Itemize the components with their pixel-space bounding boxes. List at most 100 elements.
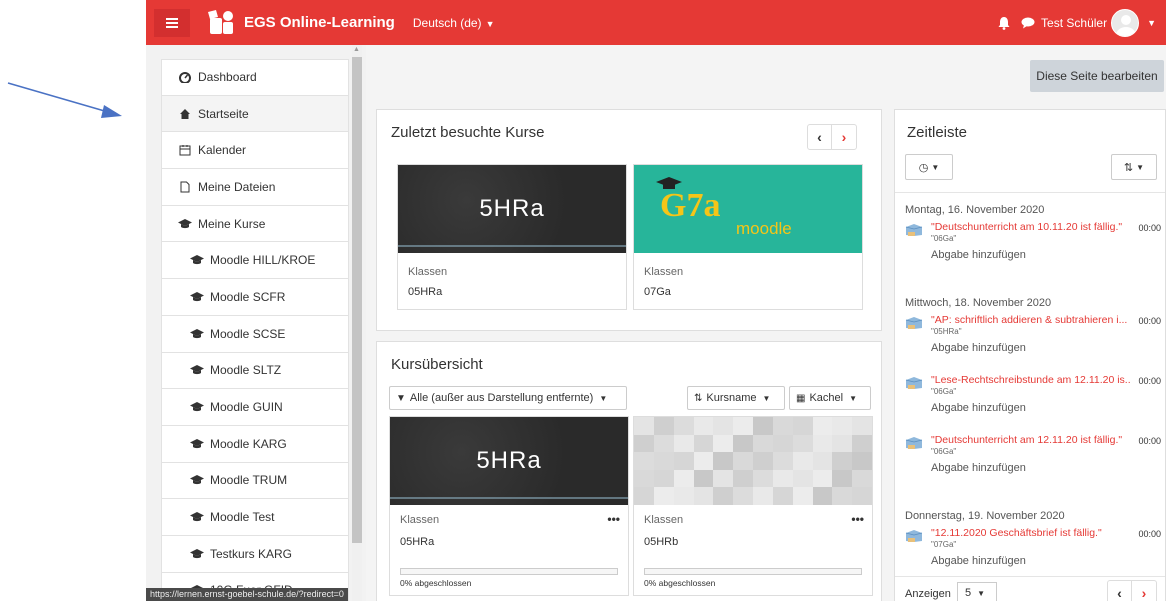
calendar-icon xyxy=(178,144,192,156)
site-title[interactable]: EGS Online-Learning xyxy=(244,14,395,31)
sidebar-item-testkurs-karg[interactable]: Testkurs KARG xyxy=(161,535,349,573)
add-submission-link[interactable]: Abgabe hinzufügen xyxy=(931,249,1026,261)
user-avatar[interactable] xyxy=(1111,8,1140,37)
course-name[interactable]: 05HRb xyxy=(644,536,678,548)
chat-icon[interactable] xyxy=(1021,17,1035,29)
course-progress-label: 0% abgeschlossen xyxy=(644,578,716,588)
course-card[interactable]: 5HRa Klassen ••• 05HRa 0% abgeschlossen xyxy=(389,416,629,596)
grouping-filter-dropdown[interactable]: ▼ Alle (außer aus Darstellung entfernte)… xyxy=(389,386,627,410)
view-dropdown[interactable]: ▦ Kachel ▼ xyxy=(789,386,871,410)
event-link[interactable]: "12.11.2020 Geschäftsbrief ist fällig." xyxy=(931,527,1131,539)
sidebar-item-startseite[interactable]: Startseite xyxy=(161,95,349,133)
sidebar-item-kalender[interactable]: Kalender xyxy=(161,132,349,170)
language-menu[interactable]: Deutsch (de) ▼ xyxy=(413,16,495,30)
event-course: "06Ga" xyxy=(931,387,957,396)
user-name[interactable]: Test Schüler xyxy=(1041,16,1107,30)
timeline-show-select[interactable]: 5 ▼ xyxy=(957,582,997,601)
sidebar-item-label: Moodle SCFR xyxy=(210,289,286,304)
event-link[interactable]: "Deutschunterricht am 12.11.20 ist fälli… xyxy=(931,434,1131,446)
annotation-arrow xyxy=(7,82,122,118)
course-progress-bar xyxy=(644,568,862,575)
event-link[interactable]: "Deutschunterricht am 10.11.20 ist fälli… xyxy=(931,221,1131,233)
sidebar-item-label: Moodle SCSE xyxy=(210,326,286,341)
sidebar-item-meine-dateien[interactable]: Meine Dateien xyxy=(161,169,349,206)
course-image-text: 5HRa xyxy=(479,195,545,222)
course-image[interactable]: G7a moodle xyxy=(634,165,862,253)
course-card[interactable]: G7a moodle Klassen 07Ga xyxy=(633,164,863,310)
event-link[interactable]: "AP: schriftlich addieren & subtrahieren… xyxy=(931,314,1131,326)
timeline-day-filter[interactable]: ◷ ▼ xyxy=(905,154,953,180)
drawer-scrollbar[interactable]: ▲ xyxy=(352,45,362,601)
sidebar-item-moodle-trum[interactable]: Moodle TRUM xyxy=(161,462,349,500)
clock-icon: ◷ xyxy=(918,161,929,174)
caret-down-icon: ▼ xyxy=(599,393,608,403)
filter-label: Alle (außer aus Darstellung entfernte) xyxy=(409,392,594,404)
event-course: "05HRa" xyxy=(931,327,962,336)
graduation-cap-icon xyxy=(190,364,204,376)
sidebar-item-label: Dashboard xyxy=(198,70,257,85)
edit-page-button[interactable]: Diese Seite bearbeiten xyxy=(1030,60,1164,92)
divider xyxy=(895,576,1165,577)
add-submission-link[interactable]: Abgabe hinzufügen xyxy=(931,462,1026,474)
event-time: 00:00 xyxy=(1138,316,1161,326)
course-menu-button[interactable]: ••• xyxy=(851,512,864,526)
prev-page-button[interactable]: ‹ xyxy=(1108,581,1132,601)
add-submission-link[interactable]: Abgabe hinzufügen xyxy=(931,402,1026,414)
sidebar-item-moodle-scse[interactable]: Moodle SCSE xyxy=(161,315,349,353)
recent-courses-pager: ‹ › xyxy=(807,124,857,150)
timeline-sort-button[interactable]: ⇅ ▼ xyxy=(1111,154,1157,180)
add-submission-link[interactable]: Abgabe hinzufügen xyxy=(931,555,1026,567)
nav-drawer: Dashboard Startseite Kalender Meine Dateien… xyxy=(146,45,366,601)
course-category: Klassen xyxy=(408,266,448,278)
sidebar-item-label: Moodle HILL/KROE xyxy=(210,253,316,268)
sidebar-item-moodle-guin[interactable]: Moodle GUIN xyxy=(161,389,349,426)
prev-page-button[interactable]: ‹ xyxy=(808,125,832,149)
menu-toggle-button[interactable] xyxy=(154,8,190,37)
caret-down-icon[interactable]: ▼ xyxy=(1147,18,1156,28)
dashboard-icon xyxy=(178,71,192,84)
course-card[interactable]: Klassen ••• 05HRb 0% abgeschlossen xyxy=(633,416,873,596)
graduation-cap-icon xyxy=(178,218,192,230)
event-course: "06Ga" xyxy=(931,447,957,456)
course-menu-button[interactable]: ••• xyxy=(607,512,620,526)
caret-down-icon: ▼ xyxy=(1136,162,1145,172)
course-image[interactable]: 5HRa xyxy=(398,165,626,253)
scroll-thumb[interactable] xyxy=(352,57,362,543)
add-submission-link[interactable]: Abgabe hinzufügen xyxy=(931,342,1026,354)
logo-icon[interactable] xyxy=(206,8,238,38)
course-name[interactable]: 05HRa xyxy=(400,536,434,548)
caret-down-icon: ▼ xyxy=(485,18,495,29)
menu-icon xyxy=(166,16,178,30)
event-link[interactable]: "Lese-Rechtschreibstunde am 12.11.20 is.… xyxy=(931,374,1131,386)
bell-icon[interactable] xyxy=(997,16,1011,30)
file-icon xyxy=(178,181,192,193)
sidebar-item-label: Moodle GUIN xyxy=(210,400,283,415)
timeline-show-label: Anzeigen xyxy=(905,588,951,600)
caret-down-icon: ▼ xyxy=(977,588,986,598)
course-image[interactable] xyxy=(634,417,872,505)
recent-courses-title: Zuletzt besuchte Kurse xyxy=(391,124,545,141)
course-name[interactable]: 07Ga xyxy=(644,286,671,298)
event-course: "06Ga" xyxy=(931,234,957,243)
timeline-event: "Deutschunterricht am 10.11.20 ist fälli… xyxy=(905,221,1161,265)
view-label: Kachel xyxy=(809,392,844,404)
sidebar-item-moodle-scfr[interactable]: Moodle SCFR xyxy=(161,279,349,316)
event-time: 00:00 xyxy=(1138,436,1161,446)
language-label: Deutsch (de) xyxy=(412,15,482,30)
course-name[interactable]: 05HRa xyxy=(408,286,442,298)
sidebar-item-moodle-karg[interactable]: Moodle KARG xyxy=(161,425,349,463)
course-card[interactable]: 5HRa Klassen 05HRa xyxy=(397,164,627,310)
sort-dropdown[interactable]: ⇅ Kursname ▼ xyxy=(687,386,785,410)
sort-label: Kursname xyxy=(706,392,757,404)
sidebar-item-moodle-test[interactable]: Moodle Test xyxy=(161,499,349,536)
sidebar-item-dashboard[interactable]: Dashboard xyxy=(161,59,349,96)
course-image-subtext: moodle xyxy=(736,219,792,238)
course-image[interactable]: 5HRa xyxy=(390,417,628,505)
sidebar-item-moodle-sltz[interactable]: Moodle SLTZ xyxy=(161,352,349,390)
next-page-button[interactable]: › xyxy=(832,125,856,149)
sidebar-item-meine-kurse[interactable]: Meine Kurse xyxy=(161,205,349,243)
next-page-button[interactable]: › xyxy=(1132,581,1156,601)
sidebar-item-label: Moodle TRUM xyxy=(210,473,288,488)
sidebar-item-moodle-hill-kroe[interactable]: Moodle HILL/KROE xyxy=(161,242,349,280)
scroll-up-icon[interactable]: ▲ xyxy=(353,46,360,53)
